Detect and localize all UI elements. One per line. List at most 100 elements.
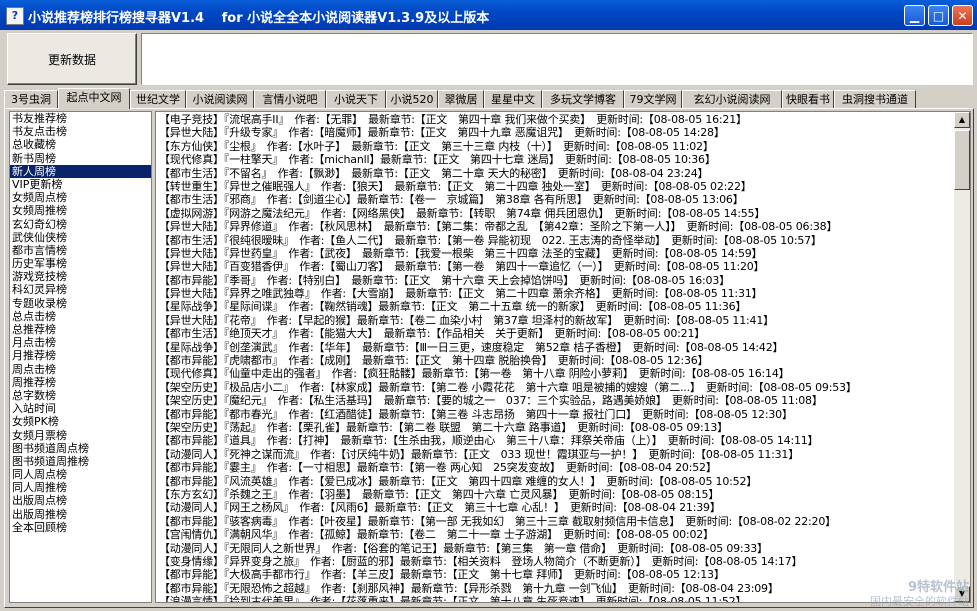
ranking-item[interactable]: 科幻灵异榜 bbox=[10, 283, 151, 296]
tab-1[interactable]: 起点中文网 bbox=[58, 88, 130, 109]
novel-row[interactable]: 【架空历史】『荡起』 作者:【栗孔雀】最新章节:【第二卷 联盟 第二十六章 路事… bbox=[159, 421, 952, 434]
ranking-item[interactable]: 专题收录榜 bbox=[10, 297, 151, 310]
ranking-item[interactable]: 女频周点榜 bbox=[10, 191, 151, 204]
novel-row[interactable]: 【异世大陆】『花帝』 作者:【早起的猴】最新章节:【卷二 血染小村 第37章 坦… bbox=[159, 314, 952, 327]
tab-13[interactable]: 虫洞搜书通道 bbox=[834, 90, 916, 108]
ranking-item[interactable]: 同人周推榜 bbox=[10, 481, 151, 494]
ranking-item[interactable]: 全本回顾榜 bbox=[10, 521, 151, 534]
ranking-item[interactable]: 武侠仙侠榜 bbox=[10, 231, 151, 244]
ranking-item[interactable]: 玄幻奇幻榜 bbox=[10, 218, 151, 231]
tab-5[interactable]: 小说天下 bbox=[326, 90, 386, 108]
novel-row[interactable]: 【异世大陆】『异世药皇』 作者:【武夜】 最新章节:【我爱一根柴 第三十四章 法… bbox=[159, 247, 952, 260]
novel-row[interactable]: 【动漫同人】『死神之谋而流』 作者:【讨厌纯牛奶】最新章节:【正文 033 现世… bbox=[159, 448, 952, 461]
novel-list[interactable]: 【电子竞技】『流氓高手II』 作者:【无罪】 最新章节:【正文 第四十章 我们来… bbox=[155, 111, 971, 603]
novel-row[interactable]: 【虚拟网游】『网游之魔法纪元』 作者:【网络黑侠】 最新章节:【转职 第74章 … bbox=[159, 207, 952, 220]
novel-rows: 【电子竞技】『流氓高手II』 作者:【无罪】 最新章节:【正文 第四十章 我们来… bbox=[159, 113, 952, 602]
ranking-item[interactable]: 总推荐榜 bbox=[10, 323, 151, 336]
info-box bbox=[141, 33, 973, 85]
novel-row[interactable]: 【现代修真】『仙童中走出的强者』 作者:【疯狂骷髅】最新章节:【第一卷 第十八章… bbox=[159, 367, 952, 380]
app-icon: ? bbox=[6, 7, 24, 25]
novel-row[interactable]: 【异世大陆】『异界之唯武独尊』 作者:【大雪崩】 最新章节:【正文 第二十四章 … bbox=[159, 287, 952, 300]
vertical-scrollbar[interactable]: ▲ ▼ bbox=[954, 112, 970, 602]
novel-row[interactable]: 【都市异能】『道具』 作者:【打神】 最新章节:【生杀由我，顺逆由心 第三十八章… bbox=[159, 434, 952, 447]
ranking-item[interactable]: 图书频道周点榜 bbox=[10, 442, 151, 455]
scroll-up-icon[interactable]: ▲ bbox=[954, 112, 970, 128]
ranking-item[interactable]: 周点击榜 bbox=[10, 363, 151, 376]
tab-2[interactable]: 世纪文学 bbox=[130, 90, 186, 108]
novel-row[interactable]: 【都市异能】『虎啸都市』 作者:【成刚】 最新章节:【正文 第十四章 脱胎换骨】… bbox=[159, 354, 952, 367]
ranking-item[interactable]: 周推荐榜 bbox=[10, 376, 151, 389]
ranking-item[interactable]: 总收藏榜 bbox=[10, 138, 151, 151]
tab-12[interactable]: 快眼看书 bbox=[782, 90, 834, 108]
ranking-item[interactable]: 出版周推榜 bbox=[10, 508, 151, 521]
ranking-item[interactable]: 游戏竞技榜 bbox=[10, 270, 151, 283]
ranking-item[interactable]: 入站时间 bbox=[10, 402, 151, 415]
novel-row[interactable]: 【浪漫言情】『捡到古代美男』 作者:【花落重来】最新章节:【正文 第十八章 生死… bbox=[159, 595, 952, 602]
novel-row[interactable]: 【现代修真】『一柱擎天』 作者:【michanll】最新章节:【正文 第四十七章… bbox=[159, 153, 952, 166]
novel-row[interactable]: 【异世大陆】『百变猎香伊』 作者:【蜀山刀客】 最新章节:【第一卷 第四十一章追… bbox=[159, 260, 952, 273]
ranking-item[interactable]: 都市言情榜 bbox=[10, 244, 151, 257]
ranking-item[interactable]: 书友点击榜 bbox=[10, 125, 151, 138]
tab-10[interactable]: 79文学网 bbox=[624, 90, 682, 108]
novel-row[interactable]: 【都市异能】『骇客病毒』 作者:【叶夜星】最新章节:【第一部 无我如幻 第三十三… bbox=[159, 515, 952, 528]
ranking-list[interactable]: 书友推荐榜 书友点击榜 总收藏榜 新书周榜 新人周榜 VIP更新榜 女频周点榜 女频周推榜 玄幻… bbox=[9, 111, 152, 603]
novel-row[interactable]: 【都市生活】『邪商』 作者:【剑道尘心】最新章节:【卷一 京城篇】 第38章 各… bbox=[159, 193, 952, 206]
tab-0[interactable]: 3号虫洞 bbox=[4, 90, 58, 108]
update-data-button[interactable]: 更新数据 bbox=[7, 33, 137, 85]
ranking-item[interactable]: 总字数榜 bbox=[10, 389, 151, 402]
tab-6[interactable]: 小说520 bbox=[386, 90, 438, 108]
novel-row[interactable]: 【转世重生】『异世之催眠强人』 作者:【狼天】 最新章节:【正文 第二十四章 独… bbox=[159, 180, 952, 193]
novel-row[interactable]: 【星际战争】『创垄演武』 作者:【华年】 最新章节:【Ⅲ一日三更，速度稳定 第5… bbox=[159, 341, 952, 354]
novel-row[interactable]: 【都市生活】『绝顶天才』 作者:【能猫大大】 最新章节:【作品相关 关于更新】 … bbox=[159, 327, 952, 340]
ranking-item[interactable]: 女频月票榜 bbox=[10, 429, 151, 442]
tab-11[interactable]: 玄幻小说阅读网 bbox=[682, 90, 782, 108]
ranking-item[interactable]: 女频周推榜 bbox=[10, 204, 151, 217]
ranking-item[interactable]: 总点击榜 bbox=[10, 310, 151, 323]
novel-row[interactable]: 【都市生活】『不留名』 作者:【飘渺】 最新章节:【正文 第二十章 天大的秘密】… bbox=[159, 167, 952, 180]
novel-row[interactable]: 【电子竞技】『流氓高手II』 作者:【无罪】 最新章节:【正文 第四十章 我们来… bbox=[159, 113, 952, 126]
ranking-item[interactable]: 书友推荐榜 bbox=[10, 112, 151, 125]
tab-8[interactable]: 星星中文 bbox=[484, 90, 542, 108]
watermark-text: 国内最安全的软件站 bbox=[870, 595, 969, 608]
ranking-item[interactable]: 新人周榜 bbox=[10, 164, 151, 178]
update-data-label: 更新数据 bbox=[47, 53, 96, 67]
novel-row[interactable]: 【都市异能】『霎主』 作者:【一寸相思】最新章节:【第一卷 两心知 25突发变故… bbox=[159, 461, 952, 474]
novel-row[interactable]: 【都市异能】『都市春光』 作者:【红酒醋徒】最新章节:【第三卷 斗志昂扬 第四十… bbox=[159, 408, 952, 421]
novel-row[interactable]: 【都市异能】『大极高手都市行』 作者:【羊三皮】最新章节:【正文 第十七章 拜师… bbox=[159, 568, 952, 581]
novel-row[interactable]: 【动漫同人】『无限同人之新世界』 作者:【俗套的笔记王】最新章节:【第三集 第一… bbox=[159, 542, 952, 555]
novel-row[interactable]: 【都市异能】『无限恐怖之超越』 作者:【刹那风神】最新章节:【异形杀戮 第十九章… bbox=[159, 582, 952, 595]
novel-row[interactable]: 【异世大陆】『异界修道』 作者:【秋风思林】 最新章节:【第二集：帝都之乱 【第… bbox=[159, 220, 952, 233]
novel-row[interactable]: 【动漫同人】『网王之杨风』 作者:【风雨6】最新章节:【正文 第三十七章 心乱！… bbox=[159, 501, 952, 514]
ranking-item[interactable]: 历史军事榜 bbox=[10, 257, 151, 270]
ranking-item[interactable]: 出版周点榜 bbox=[10, 494, 151, 507]
novel-row[interactable]: 【宫闱情仇】『满朝风华』 作者:【孤鲸】最新章节:【卷二 第二十一章 士子游湖】… bbox=[159, 528, 952, 541]
maximize-button[interactable]: □ bbox=[928, 5, 949, 26]
ranking-item[interactable]: VIP更新榜 bbox=[10, 178, 151, 191]
novel-row[interactable]: 【架空历史】『魔纪元』 作者:【私生活基玛】 最新章节:【要的城之一 037：三… bbox=[159, 394, 952, 407]
novel-row[interactable]: 【变身情缘】『异界变身之旅』 作者:【厨蓝的邪】最新章节:【相关资料 登场人物简… bbox=[159, 555, 952, 568]
novel-row[interactable]: 【异世大陆】『升级专家』 作者:【暗魔师】最新章节:【正文 第四十九章 恶魔诅咒… bbox=[159, 126, 952, 139]
ranking-item[interactable]: 月点击榜 bbox=[10, 336, 151, 349]
novel-row[interactable]: 【都市异能】『风流英雄』 作者:【爱已成冰】最新章节:【正文 第四十四章 难缠的… bbox=[159, 475, 952, 488]
ranking-item[interactable]: 月推荐榜 bbox=[10, 349, 151, 362]
tab-3[interactable]: 小说阅读网 bbox=[186, 90, 254, 108]
minimize-button[interactable]: ▁ bbox=[904, 5, 925, 26]
novel-row[interactable]: 【都市生活】『很纯很暧昧』 作者:【鱼人二代】 最新章节:【第一卷 异能初现 0… bbox=[159, 234, 952, 247]
ranking-item[interactable]: 女频PK榜 bbox=[10, 415, 151, 428]
site-tabs: 3号虫洞 起点中文网 世纪文学 小说阅读网 言情小说吧 小说天下 小说520 翠微居 星星中文多… bbox=[4, 88, 977, 109]
close-button[interactable]: ✕ bbox=[952, 5, 973, 26]
ranking-item[interactable]: 同人周点榜 bbox=[10, 468, 151, 481]
scroll-thumb[interactable] bbox=[954, 130, 970, 190]
novel-row[interactable]: 【东方仙侠】『尘根』 作者:【水叶子】 最新章节:【正文 第三十三章 内枝（十）… bbox=[159, 140, 952, 153]
ranking-item[interactable]: 新书周榜 bbox=[10, 152, 151, 165]
top-area: 更新数据 bbox=[0, 30, 977, 88]
tab-7[interactable]: 翠微居 bbox=[438, 90, 484, 108]
window-title: 小说推荐榜排行榜搜寻器V1.4 for 小说全全本小说阅读器V1.3.9及以上版… bbox=[28, 11, 490, 26]
novel-row[interactable]: 【架空历史】『极品店小二』 作者:【林家成】最新章节:【第二卷 小霞花花 第十六… bbox=[159, 381, 952, 394]
novel-row[interactable]: 【东方玄幻】『杀魏之王』 作者:【羽墨】 最新章节:【正文 第四十六章 亡灵风暴… bbox=[159, 488, 952, 501]
novel-row[interactable]: 【星际战争】『星际间谍』 作者:【鞠然销魂】最新章节:【正文 第二十五章 统一的… bbox=[159, 300, 952, 313]
tab-9[interactable]: 多玩文学博客 bbox=[542, 90, 624, 108]
novel-row[interactable]: 【都市异能】『季哥』 作者:【特别白】 最新章节:【正文 第十六章 天上会掉馅饼… bbox=[159, 274, 952, 287]
tab-4[interactable]: 言情小说吧 bbox=[254, 90, 326, 108]
ranking-item[interactable]: 图书频道周推榜 bbox=[10, 455, 151, 468]
